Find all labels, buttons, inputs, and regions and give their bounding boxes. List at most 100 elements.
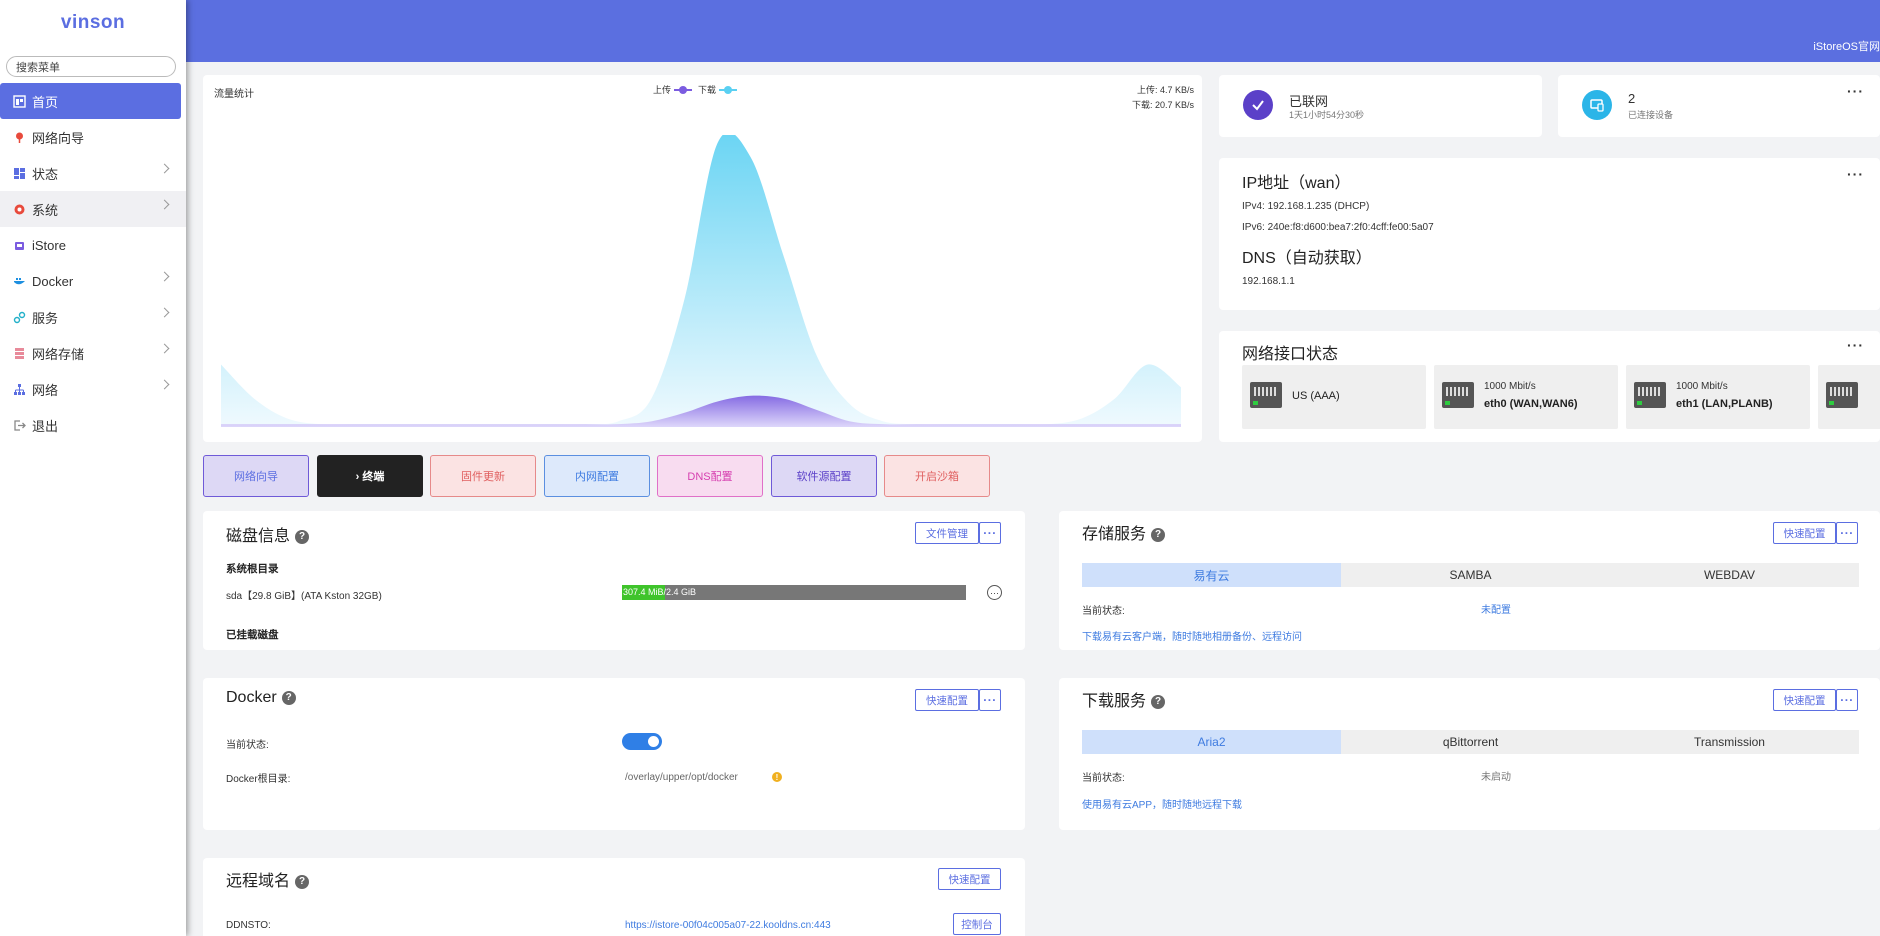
ddns-quick-config-button[interactable]: 快速配置 <box>938 868 1001 890</box>
storage-icon <box>12 346 27 361</box>
chevron-right-icon <box>159 163 170 174</box>
istoreos-site-link[interactable]: iStoreOS官网 <box>1813 38 1880 54</box>
storage-title: 存储服务? <box>1082 520 1166 544</box>
storage-quick-config-button[interactable]: 快速配置 <box>1773 522 1836 544</box>
ip-more-icon[interactable]: ··· <box>1847 166 1864 182</box>
console-button[interactable]: 控制台 <box>953 913 1001 935</box>
sidebar-item-9[interactable]: 退出 <box>0 407 186 443</box>
port-eth1[interactable]: 1000 Mbit/s eth1 (LAN,PLANB) <box>1626 365 1810 429</box>
sidebar-item-7[interactable]: 网络存储 <box>0 335 186 371</box>
help-icon[interactable]: ? <box>281 690 296 705</box>
help-icon[interactable]: ? <box>295 529 310 544</box>
ethernet-port-icon <box>1634 382 1666 408</box>
storage-download-link[interactable]: 下载易有云客户端，随时随地相册备份、远程访问 <box>1082 628 1302 643</box>
sidebar-item-label: 网络 <box>32 382 59 398</box>
chevron-right-icon <box>159 379 170 390</box>
docker-root-value: /overlay/upper/opt/docker <box>625 772 738 783</box>
legend-download[interactable]: 下载 <box>698 83 738 96</box>
download-quick-config-button[interactable]: 快速配置 <box>1773 689 1836 711</box>
sidebar-item-4[interactable]: iStore <box>0 227 186 263</box>
interfaces-more-icon[interactable]: ··· <box>1847 337 1864 353</box>
quick-button-2[interactable]: 固件更新 <box>430 455 536 497</box>
file-manager-button[interactable]: 文件管理 <box>915 522 979 544</box>
download-title: 下载服务? <box>1082 687 1166 711</box>
tab-yiyouyun[interactable]: 易有云 <box>1082 563 1341 587</box>
docker-root-label: Docker根目录: <box>226 774 291 785</box>
download-card: 下载服务? 快速配置 ··· Aria2 qBittorrent Transmi… <box>1059 678 1880 830</box>
toggle-knob <box>648 736 659 747</box>
tab-transmission[interactable]: Transmission <box>1600 730 1859 754</box>
help-icon[interactable]: ? <box>295 874 310 889</box>
ddnsto-label: DDNSTO: <box>226 920 271 931</box>
download-more-button[interactable]: ··· <box>1836 689 1858 711</box>
docker-quick-config-button[interactable]: 快速配置 <box>915 689 979 711</box>
sidebar-item-0[interactable]: 首页 <box>0 83 181 119</box>
download-status-value: 未启动 <box>1481 772 1511 783</box>
docker-toggle[interactable] <box>622 733 662 750</box>
sidebar-item-8[interactable]: 网络 <box>0 371 186 407</box>
logout-icon <box>12 418 27 433</box>
sidebar-item-3[interactable]: 系统 <box>0 191 186 227</box>
top-bar: iStoreOS官网 <box>186 0 1880 62</box>
sidebar-item-label: Docker <box>32 273 74 289</box>
upload-rate: 上传: 4.7 KB/s <box>1136 85 1194 95</box>
storage-card: 存储服务? 快速配置 ··· 易有云 SAMBA WEBDAV 当前状态: 未配… <box>1059 511 1880 650</box>
disk-more-button[interactable]: ··· <box>979 522 1001 544</box>
docker-more-button[interactable]: ··· <box>979 689 1001 711</box>
help-icon[interactable]: ? <box>1151 527 1166 542</box>
sidebar-item-6[interactable]: 服务 <box>0 299 186 335</box>
port-speed: 1000 Mbit/s <box>1676 381 1728 392</box>
wizard-icon <box>12 130 27 145</box>
sidebar-item-1[interactable]: 网络向导 <box>0 119 186 155</box>
dns-title: DNS（自动获取） <box>1242 250 1372 267</box>
sidebar-item-label: 首页 <box>32 94 59 110</box>
tab-qbittorrent[interactable]: qBittorrent <box>1341 730 1600 754</box>
dns-value: 192.168.1.1 <box>1242 276 1295 287</box>
ethernet-port-icon <box>1250 382 1282 408</box>
port-more[interactable] <box>1818 365 1880 429</box>
port-us[interactable]: US (AAA) <box>1242 365 1426 429</box>
quick-button-4[interactable]: DNS配置 <box>657 455 763 497</box>
ipv6: IPv6: 240e:f8:d600:bea7:2f0:4cff:fe00:5a… <box>1242 222 1434 233</box>
quick-button-5[interactable]: 软件源配置 <box>771 455 877 497</box>
quick-button-6[interactable]: 开启沙箱 <box>884 455 990 497</box>
sidebar-item-label: 服务 <box>32 310 59 326</box>
disk-device: sda【29.8 GiB】(ATA Kston 32GB) <box>226 591 382 602</box>
storage-status-label: 当前状态: <box>1082 606 1125 617</box>
services-icon <box>12 310 27 325</box>
quick-button-3[interactable]: 内网配置 <box>544 455 650 497</box>
storage-more-button[interactable]: ··· <box>1836 522 1858 544</box>
tab-samba[interactable]: SAMBA <box>1341 563 1600 587</box>
sidebar-item-5[interactable]: Docker <box>0 263 186 299</box>
sidebar-item-label: 网络存储 <box>32 346 85 362</box>
sidebar: vinson 搜索菜单 首页网络向导状态 系统 iStore Docker 服务网络存储… <box>0 0 186 936</box>
mounted-disk-label: 已挂载磁盘 <box>226 629 279 641</box>
store-icon <box>12 238 27 253</box>
sidebar-item-label: 网络向导 <box>32 130 85 146</box>
quick-button-1[interactable]: › 终端 <box>317 455 423 497</box>
sidebar-item-2[interactable]: 状态 <box>0 155 186 191</box>
port-name: eth1 (LAN,PLANB) <box>1676 398 1773 410</box>
ddnsto-url[interactable]: https://istore-00f04c005a07-22.kooldns.c… <box>625 920 831 931</box>
warning-icon[interactable]: ! <box>772 772 782 782</box>
port-eth0[interactable]: 1000 Mbit/s eth0 (WAN,WAN6) <box>1434 365 1618 429</box>
download-rate: 下载: 20.7 KB/s <box>1131 100 1194 110</box>
tab-aria2[interactable]: Aria2 <box>1082 730 1341 754</box>
devices-more-icon[interactable]: ··· <box>1847 83 1864 99</box>
storage-status-value[interactable]: 未配置 <box>1481 601 1511 616</box>
traffic-rates: 上传: 4.7 KB/s 下载: 20.7 KB/s <box>1132 83 1194 113</box>
sidebar-item-label: iStore <box>32 237 66 253</box>
disk-options-icon[interactable]: ··· <box>987 585 1002 600</box>
legend-upload[interactable]: 上传 <box>653 83 693 96</box>
traffic-area-chart <box>221 135 1181 427</box>
search-input[interactable]: 搜索菜单 <box>6 56 176 77</box>
download-app-link[interactable]: 使用易有云APP，随时随地远程下载 <box>1082 796 1242 811</box>
download-area <box>221 135 1181 427</box>
interfaces-title: 网络接口状态 <box>1242 346 1339 363</box>
quick-button-0[interactable]: 网络向导 <box>203 455 309 497</box>
tab-webdav[interactable]: WEBDAV <box>1600 563 1859 587</box>
chevron-right-icon <box>159 199 170 210</box>
help-icon[interactable]: ? <box>1151 694 1166 709</box>
logo[interactable]: vinson <box>0 0 186 46</box>
devices-icon <box>1582 90 1612 120</box>
